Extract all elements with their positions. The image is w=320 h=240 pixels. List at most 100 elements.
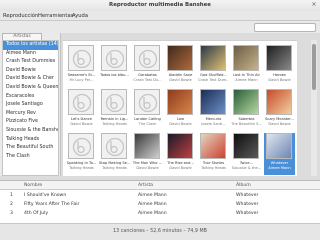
album-artist: Aimee Mann — [235, 78, 258, 82]
sidebar-item-artist[interactable]: Josele Santiago — [3, 101, 58, 110]
album-tile[interactable]: Twice... Siouxsie & the... — [231, 133, 262, 175]
sidebar-item-artist[interactable]: Mercury Rev — [3, 110, 58, 119]
album-artist: Aimee Mann — [268, 166, 291, 170]
sidebar-item-artist[interactable]: David Bowie & Cher — [3, 75, 58, 84]
track-name: 4th Of July — [24, 210, 49, 216]
album-title: Seasame's St... — [67, 73, 96, 77]
album-cover-art — [167, 45, 193, 71]
album-title: Lost In Thin Air — [233, 73, 260, 77]
album-tile[interactable]: Low David Bowie — [165, 89, 196, 131]
album-tile[interactable]: Mercurio Josele Santi... — [198, 89, 229, 131]
album-artist: The Clash — [138, 122, 157, 126]
artist-list: Todos los artistas (14) Aimee Mann Crash T… — [2, 40, 59, 176]
album-placeholder-icon — [68, 133, 94, 159]
menu-ayuda[interactable]: Ayuda — [72, 13, 88, 19]
track-num: 2 — [10, 201, 13, 207]
album-tile[interactable]: Let's Dance David Bowie — [66, 89, 97, 131]
track-name: Fifty Years After The Fair — [24, 201, 80, 207]
album-tile[interactable]: Garabatos Crash Test Du... — [132, 45, 163, 87]
track-row[interactable]: 3 4th Of July Aimee Mann Whatever — [0, 209, 320, 218]
track-row[interactable]: 2 Fifty Years After The Fair Aimee Mann Wha… — [0, 200, 320, 209]
sidebar-item-artist[interactable]: Siouxsie & the Banshees — [3, 127, 58, 136]
album-placeholder-icon — [134, 45, 160, 71]
album-title: Aladdin Sane — [168, 73, 193, 77]
album-placeholder-icon — [134, 89, 160, 115]
album-cover-art — [134, 133, 160, 159]
sidebar-item-artist[interactable]: The Beautiful South — [3, 144, 58, 153]
track-num: 3 — [10, 210, 13, 216]
track-artist: Aimee Mann — [138, 192, 167, 198]
track-list: Nombre Artista Álbum 1 I Should've Known A… — [0, 180, 320, 223]
album-tile[interactable]: The Man Who ... David Bowie — [132, 133, 163, 175]
album-artist: David Bowie — [169, 166, 192, 170]
album-tile[interactable]: Whatever Aimee Mann — [264, 133, 295, 175]
album-tile[interactable]: Todos los álbu... — [99, 45, 130, 87]
sidebar-item-artist[interactable]: The Clash — [3, 153, 58, 162]
column-header-name[interactable]: Nombre — [24, 183, 42, 188]
scrollbar-thumb[interactable] — [312, 44, 316, 90]
sidebar-item-artist[interactable]: David Bowie — [3, 67, 58, 76]
album-title: Todos los álbu... — [100, 73, 129, 77]
album-artist: The Beautiful S... — [231, 122, 262, 126]
album-tile[interactable]: Lost In Thin Air Aimee Mann — [231, 45, 262, 87]
album-tile[interactable]: Soberbia The Beautiful S... — [231, 89, 262, 131]
window-close-icon[interactable]: × — [311, 2, 317, 8]
album-tile[interactable]: Scary Monster... David Bowie — [264, 89, 295, 131]
album-tile[interactable]: God Shuffled... Crash Test Dum... — [198, 45, 229, 87]
album-tile[interactable]: Aladdin Sane David Bowie — [165, 45, 196, 87]
album-title: Garabatos — [138, 73, 157, 77]
track-album: Whatever — [236, 210, 259, 216]
search-input[interactable] — [254, 23, 316, 32]
album-title: Remain In Lig... — [100, 117, 129, 121]
album-tile[interactable]: Remain In Lig... Talking Heads — [99, 89, 130, 131]
album-artist: David Bowie — [268, 78, 291, 82]
track-list-header: Nombre Artista Álbum — [0, 181, 320, 190]
sidebar-item-artist[interactable]: Crash Test Dummies — [3, 58, 58, 67]
album-tile[interactable]: Seasame's St... Mr Lucy Per... — [66, 45, 97, 87]
album-cover-art — [233, 45, 259, 71]
album-cover-art — [200, 89, 226, 115]
album-tile[interactable]: Stop Making Se... Talking Heads — [99, 133, 130, 175]
album-artist: David Bowie — [268, 122, 291, 126]
album-placeholder-icon — [101, 45, 127, 71]
sidebar-item-artist[interactable]: Talking Heads — [3, 136, 58, 145]
window-title: Reproductor multimedia Banshee — [109, 2, 211, 8]
album-tile[interactable]: The Rise and... David Bowie — [165, 133, 196, 175]
album-title: Twice... — [239, 161, 254, 165]
album-artist: Mr Lucy Per... — [69, 78, 94, 82]
track-row[interactable]: 1 I Should've Known Aimee Mann Whatever — [0, 191, 320, 200]
track-artist: Aimee Mann — [138, 210, 167, 216]
album-grid-scrollbar[interactable] — [311, 40, 317, 176]
sidebar-item-artist[interactable]: David Bowie & Queen — [3, 84, 58, 93]
album-cover-art — [266, 45, 292, 71]
column-header-artist[interactable]: Artista — [138, 183, 153, 188]
status-text: 13 canciones – 52,6 minutos – 74,9 MB — [113, 229, 207, 234]
album-artist: Crash Test Du... — [133, 78, 162, 82]
album-artist: Siouxsie & the... — [231, 166, 262, 170]
sidebar-item-artist[interactable]: Aimee Mann — [3, 50, 58, 59]
album-title: Soberbia — [238, 117, 255, 121]
sidebar-tab-artists[interactable]: Artistas — [2, 33, 42, 40]
album-cover-art — [167, 89, 193, 115]
menu-herramientas[interactable]: Herramientas — [38, 13, 73, 19]
album-tile[interactable]: London Calling The Clash — [132, 89, 163, 131]
album-tile[interactable]: Heroes David Bowie — [264, 45, 295, 87]
album-placeholder-icon — [68, 45, 94, 71]
sidebar-item-artist[interactable]: Todos los artistas (14) — [3, 41, 58, 50]
album-cover-art — [233, 133, 259, 159]
album-tile[interactable]: True Stories Talking Heads — [198, 133, 229, 175]
album-artist: David Bowie — [136, 166, 159, 170]
column-header-album[interactable]: Álbum — [236, 183, 251, 188]
album-artist: David Bowie — [169, 122, 192, 126]
album-cover-art — [266, 133, 292, 159]
album-cover-art — [200, 45, 226, 71]
album-tile[interactable]: Speaking In To... Talking Heads — [66, 133, 97, 175]
album-artist: Talking Heads — [102, 166, 127, 170]
track-album: Whatever — [236, 192, 259, 198]
menu-reproduccion[interactable]: Reproducción — [3, 13, 38, 19]
album-title: The Man Who ... — [132, 161, 163, 165]
album-title: Speaking In To... — [66, 161, 97, 165]
sidebar-item-artist[interactable]: Pizzicato Five — [3, 118, 58, 127]
sidebar-item-artist[interactable]: Escaracoles — [3, 93, 58, 102]
toolbar — [0, 21, 320, 33]
